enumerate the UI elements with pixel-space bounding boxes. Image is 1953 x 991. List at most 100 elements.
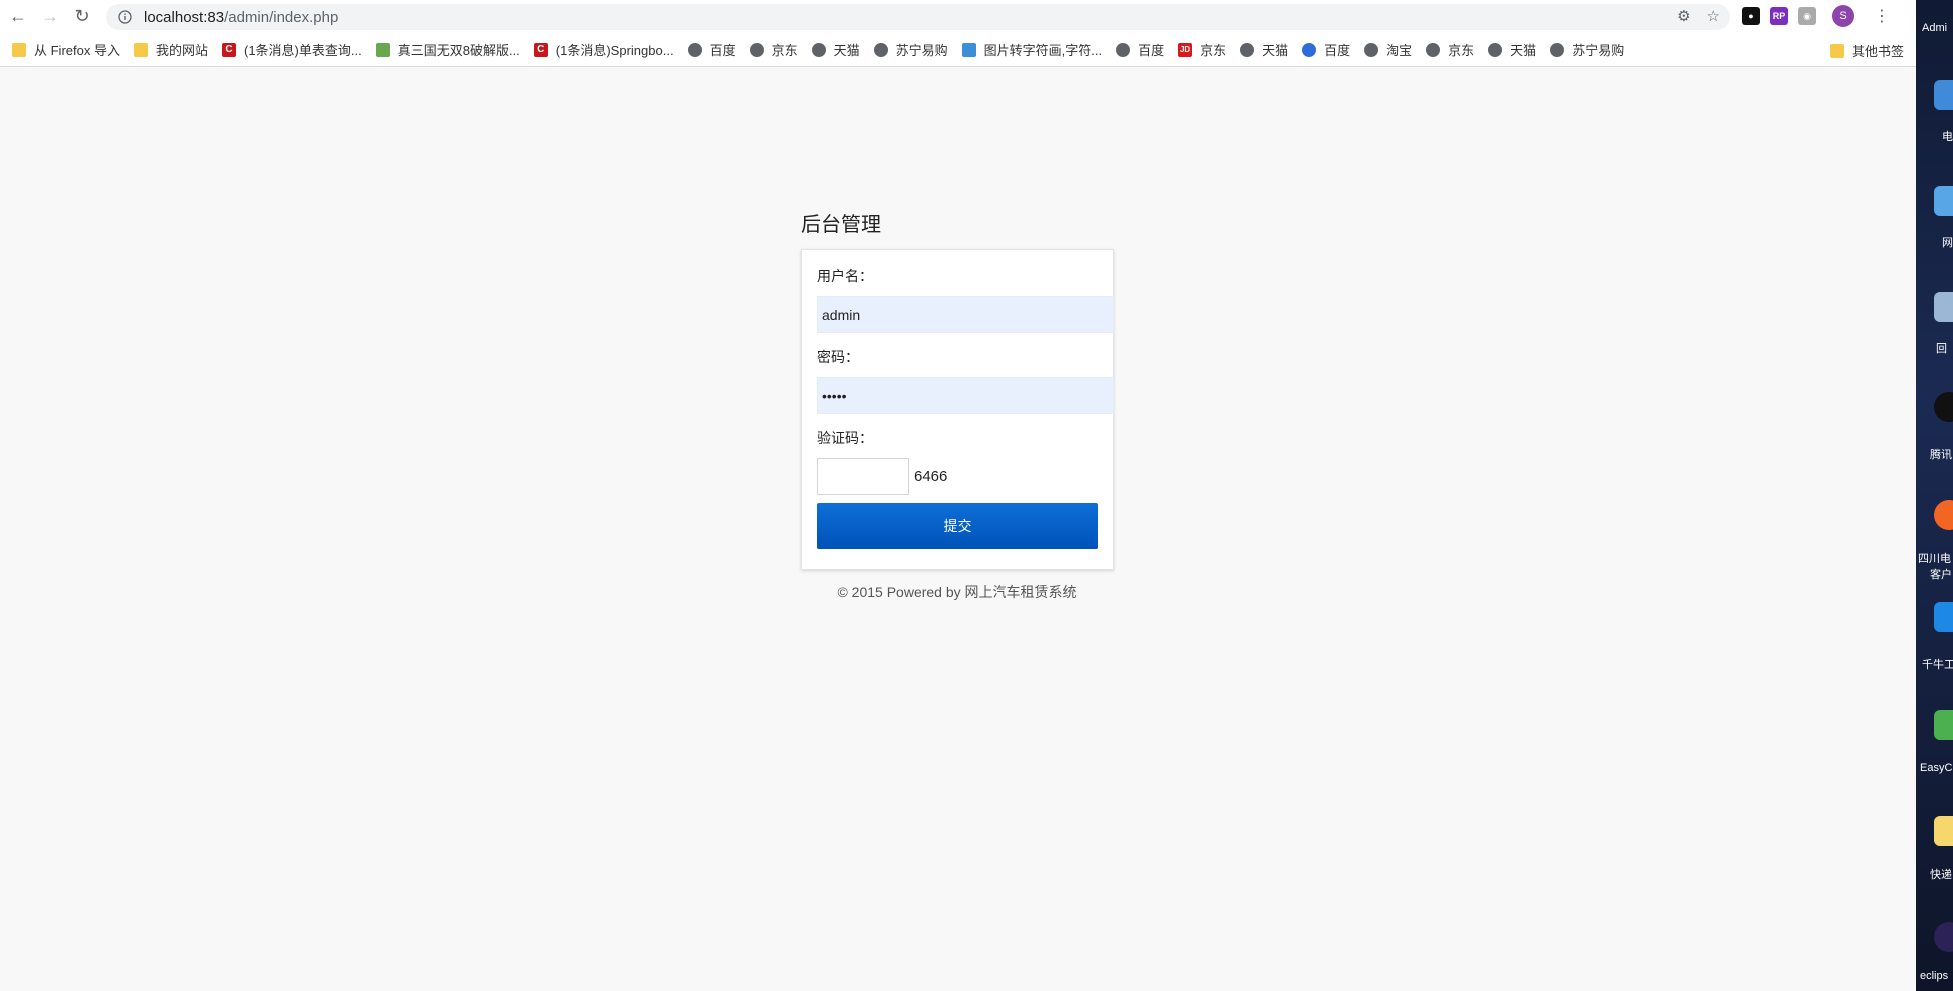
browser-toolbar: ← → ↻ localhost:83/admin/index.php ⚙ ☆ ●… xyxy=(0,0,1916,33)
desktop-icon-label: 腾讯 xyxy=(1930,449,1952,461)
address-bar[interactable]: localhost:83/admin/index.php ⚙ ☆ xyxy=(106,4,1730,30)
camera-icon[interactable]: ◉ xyxy=(1798,7,1816,25)
bookmark-item[interactable]: 百度 xyxy=(1116,40,1164,59)
bookmark-item[interactable]: JD 京东 xyxy=(1178,40,1226,59)
bookmark-label: 京东 xyxy=(1200,43,1227,58)
globe-icon xyxy=(1426,42,1441,57)
bookmark-label: (1条消息)Springbo... xyxy=(555,43,674,58)
easyconnect-icon[interactable] xyxy=(1934,710,1953,740)
captcha-input[interactable] xyxy=(817,458,909,495)
page-title: 后台管理 xyxy=(801,214,881,236)
axure-extension-icon[interactable]: RP xyxy=(1770,7,1788,25)
bookmark-item[interactable]: 图片转字符画,字符... xyxy=(961,40,1103,59)
bookmark-label: 京东 xyxy=(1448,43,1475,58)
captcha-row: 6466 xyxy=(817,458,1113,495)
captcha-label: 验证码： xyxy=(817,430,873,446)
bookmark-item[interactable]: 我的网站 xyxy=(133,40,208,59)
bookmarks-bar: 从 Firefox 导入 我的网站 C (1条消息)单表查询... 真三国无双8破解版.… xyxy=(0,33,1916,67)
bookmark-label: 天猫 xyxy=(833,43,860,58)
login-form: 用户名： 密码： 验证码： 6466 提交 xyxy=(801,249,1114,570)
star-icon[interactable]: ☆ xyxy=(1707,7,1720,25)
forward-arrow-icon[interactable]: → xyxy=(36,3,64,31)
profile-avatar[interactable]: S xyxy=(1832,5,1854,27)
password-input[interactable] xyxy=(817,377,1114,414)
bookmark-label: 天猫 xyxy=(1510,43,1537,58)
bookmark-item[interactable]: C (1条消息)Springbo... xyxy=(533,40,674,59)
bookmark-item[interactable]: 百度 xyxy=(1302,40,1350,59)
page-body: 后台管理 用户名： 密码： 验证码： 6466 提交 © 2015 Powere… xyxy=(0,67,1916,991)
desktop-icon-label: 四川电 xyxy=(1918,553,1951,565)
desktop-icon-label: 网 xyxy=(1942,237,1953,249)
bookmark-item[interactable]: 天猫 xyxy=(811,40,860,59)
username-label: 用户名： xyxy=(817,268,873,284)
computer-icon[interactable] xyxy=(1934,80,1953,110)
submit-button[interactable]: 提交 xyxy=(817,503,1098,549)
back-arrow-icon[interactable]: ← xyxy=(4,3,32,31)
desktop-background: Admi 电 网 回 腾讯 四川电 客户 千牛工 EasyC 快递 eclips xyxy=(1916,0,1953,991)
globe-icon xyxy=(687,42,702,57)
other-bookmarks-label: 其他书签 xyxy=(1851,44,1904,59)
baidu-icon xyxy=(1302,42,1317,57)
csdn-icon: C xyxy=(533,42,548,57)
desktop-icon-label: Admi xyxy=(1922,22,1948,34)
bookmark-label: 苏宁易购 xyxy=(895,43,948,58)
bookmark-label: 京东 xyxy=(771,43,798,58)
extension-icon[interactable]: ● xyxy=(1742,7,1760,25)
bookmark-label: 真三国无双8破解版... xyxy=(397,43,520,58)
bookmark-item[interactable]: 苏宁易购 xyxy=(873,40,948,59)
bookmark-item[interactable]: 京东 xyxy=(749,40,798,59)
menu-dots-icon[interactable]: ⋮ xyxy=(1874,6,1890,26)
bookmark-label: 天猫 xyxy=(1262,43,1289,58)
globe-icon xyxy=(1240,42,1255,57)
img-icon xyxy=(961,42,976,57)
eclipse-icon[interactable] xyxy=(1934,922,1953,952)
bookmark-item[interactable]: 从 Firefox 导入 xyxy=(12,40,120,59)
bookmark-item[interactable]: 真三国无双8破解版... xyxy=(375,40,520,59)
globe-icon xyxy=(1364,42,1379,57)
login-panel: 后台管理 用户名： 密码： 验证码： 6466 提交 © 2015 Powere… xyxy=(801,208,1114,602)
bookmark-item[interactable]: 百度 xyxy=(687,40,736,59)
desktop-icon-label: 回 xyxy=(1936,343,1947,355)
bookmark-item[interactable]: 苏宁易购 xyxy=(1550,40,1624,59)
recycle-bin-icon[interactable] xyxy=(1934,292,1953,322)
desktop-icon-label: EasyC xyxy=(1920,762,1953,774)
bookmark-item[interactable]: 天猫 xyxy=(1488,40,1536,59)
folder-icon xyxy=(1829,43,1844,58)
qianniu-icon[interactable] xyxy=(1934,602,1953,632)
desktop-icon-label: 客户 xyxy=(1930,569,1952,581)
username-input[interactable] xyxy=(817,296,1114,333)
copyright-footer: © 2015 Powered by 网上汽车租赁系统 xyxy=(837,584,1077,600)
qq-icon[interactable] xyxy=(1934,392,1953,422)
captcha-code[interactable]: 6466 xyxy=(914,468,947,485)
bookmark-label: 百度 xyxy=(1138,43,1165,58)
bookmark-item[interactable]: 京东 xyxy=(1426,40,1474,59)
reload-icon[interactable]: ↻ xyxy=(68,3,96,31)
desktop-icon-label: 电 xyxy=(1942,131,1953,143)
express-folder-icon[interactable] xyxy=(1934,816,1953,846)
sichuan-telecom-icon[interactable] xyxy=(1934,500,1953,530)
folder-icon xyxy=(12,42,26,57)
key-icon[interactable]: ⚙ xyxy=(1677,7,1690,25)
url-host: localhost:83 xyxy=(144,8,225,26)
globe-icon xyxy=(1116,42,1131,57)
bookmark-label: 百度 xyxy=(1324,43,1351,58)
csdn-icon: C xyxy=(221,42,236,57)
globe-icon xyxy=(811,42,826,57)
bookmark-item[interactable]: 淘宝 xyxy=(1364,40,1412,59)
bookmark-label: 图片转字符画,字符... xyxy=(983,43,1103,58)
site-info-icon[interactable] xyxy=(116,8,134,26)
url-path: /admin/index.php xyxy=(224,8,339,26)
folder-icon xyxy=(133,42,148,57)
other-bookmarks[interactable]: 其他书签 xyxy=(1829,41,1904,60)
network-icon[interactable] xyxy=(1934,186,1953,216)
password-label: 密码： xyxy=(817,349,859,365)
url-text: localhost:83/admin/index.php xyxy=(144,9,338,26)
bookmark-label: 苏宁易购 xyxy=(1572,43,1625,58)
desktop-icon-label: eclips xyxy=(1920,970,1949,982)
bookmark-label: 从 Firefox 导入 xyxy=(34,43,120,58)
bookmark-item[interactable]: C (1条消息)单表查询... xyxy=(221,40,362,59)
game-icon xyxy=(375,42,390,57)
jd-icon: JD xyxy=(1178,42,1193,57)
globe-icon xyxy=(1550,42,1565,57)
bookmark-item[interactable]: 天猫 xyxy=(1240,40,1288,59)
